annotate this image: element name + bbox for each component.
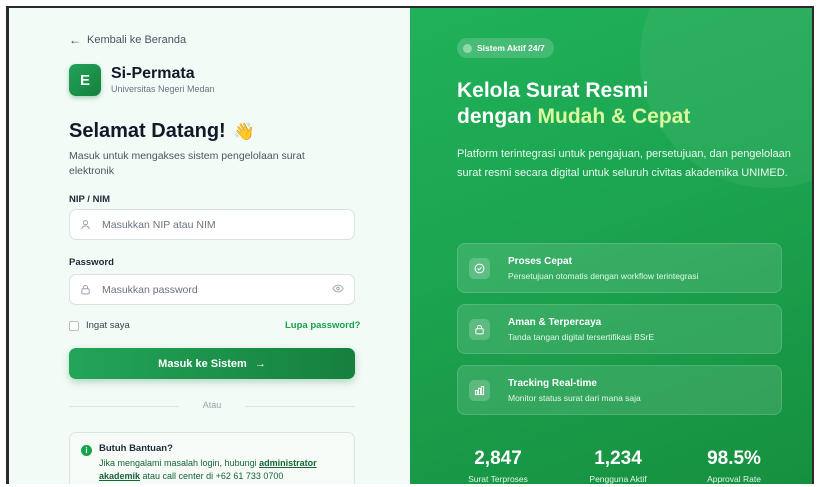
frame-border-right	[812, 6, 814, 484]
feature-desc: Persetujuan otomatis dengan workflow ter…	[508, 271, 699, 281]
headline-line1: Kelola Surat Resmi	[457, 79, 649, 102]
feature-card-secure: Aman & Terpercaya Tanda tangan digital t…	[457, 304, 782, 354]
stat-label: Approval Rate	[707, 474, 761, 484]
welcome-heading: Selamat Datang! 👋	[69, 120, 255, 143]
password-input[interactable]	[102, 283, 332, 296]
help-text-before: Jika mengalami masalah login, hubungi	[99, 458, 260, 468]
brand-subtitle: Universitas Negeri Medan	[111, 84, 215, 94]
check-circle-icon	[469, 258, 490, 279]
remember-me-label: Ingat saya	[86, 320, 130, 331]
divider-line-right	[245, 406, 355, 407]
nip-label: NIP / NIM	[69, 194, 110, 205]
status-badge: Sistem Aktif 24/7	[457, 38, 554, 58]
help-text-after: atau call center di +62 61 733 0700	[140, 471, 284, 481]
forgot-password-link[interactable]: Lupa password?	[285, 320, 360, 331]
lock-icon	[80, 284, 94, 295]
remember-me-checkbox[interactable]	[69, 320, 79, 331]
status-dot-icon	[463, 43, 472, 53]
back-link-label: Kembali ke Beranda	[87, 34, 187, 46]
feature-desc: Tanda tangan digital tersertifikasi BSrE	[508, 332, 654, 342]
divider-label: Atau	[202, 400, 222, 410]
stat-surat-terproses: 2,847 Surat Terproses	[453, 448, 543, 484]
hero-headline: Kelola Surat Resmi dengan Mudah & Cepat	[457, 78, 690, 130]
password-label: Password	[69, 257, 114, 268]
submit-label: Masuk ke Sistem	[158, 357, 247, 370]
welcome-title: Selamat Datang!	[69, 120, 226, 142]
login-submit-button[interactable]: Masuk ke Sistem →	[69, 348, 355, 379]
status-label: Sistem Aktif 24/7	[477, 43, 545, 53]
stat-label: Pengguna Aktif	[589, 474, 647, 484]
stat-value: 98.5%	[707, 448, 761, 469]
back-to-home-link[interactable]: ← Kembali ke Beranda	[69, 33, 186, 47]
stat-approval-rate: 98.5% Approval Rate	[689, 448, 779, 484]
help-title: Butuh Bantuan?	[99, 443, 173, 454]
bar-chart-icon	[469, 380, 490, 401]
nip-input[interactable]	[102, 218, 344, 231]
user-icon	[80, 219, 94, 230]
feature-title: Proses Cepat	[508, 256, 572, 267]
feature-desc: Monitor status surat dari mana saja	[508, 393, 641, 403]
arrow-left-icon: ←	[69, 33, 81, 47]
arrow-right-icon: →	[254, 357, 266, 370]
brand-name: Si-Permata	[111, 65, 195, 82]
stat-pengguna-aktif: 1,234 Pengguna Aktif	[573, 448, 663, 484]
browser-frame: ← Kembali ke Beranda E Si-Permata Univer…	[0, 0, 820, 487]
password-field[interactable]	[69, 274, 355, 305]
brand: E Si-Permata Universitas Negeri Medan	[69, 64, 215, 96]
brand-logo: E	[69, 64, 101, 96]
lock-icon	[469, 319, 490, 340]
help-box: i Butuh Bantuan? Jika mengalami masalah …	[69, 432, 355, 484]
help-text: Jika mengalami masalah login, hubungi ad…	[99, 457, 349, 483]
stat-label: Surat Terproses	[468, 474, 528, 484]
feature-title: Tracking Real-time	[508, 378, 597, 389]
login-panel: ← Kembali ke Beranda E Si-Permata Univer…	[9, 8, 410, 484]
stat-value: 2,847	[474, 448, 522, 469]
welcome-description: Masuk untuk mengakses sistem pengelolaan…	[69, 150, 305, 177]
eye-icon[interactable]	[332, 284, 344, 296]
headline-accent: Mudah & Cepat	[537, 105, 691, 128]
headline-prefix: dengan	[457, 105, 538, 128]
feature-card-tracking: Tracking Real-time Monitor status surat …	[457, 365, 782, 415]
remember-me[interactable]: Ingat saya	[69, 320, 130, 331]
feature-card-fast: Proses Cepat Persetujuan otomatis dengan…	[457, 243, 782, 293]
info-icon: i	[81, 445, 92, 456]
headline-line2: dengan Mudah & Cepat	[457, 104, 690, 130]
hero-panel: Sistem Aktif 24/7 Kelola Surat Resmi den…	[410, 8, 812, 484]
nip-field[interactable]	[69, 209, 355, 240]
feature-title: Aman & Terpercaya	[508, 317, 602, 328]
waving-hand-icon: 👋	[233, 121, 255, 141]
stat-value: 1,234	[594, 448, 642, 469]
hero-description: Platform terintegrasi untuk pengajuan, p…	[457, 148, 791, 179]
or-divider: Atau	[69, 400, 355, 412]
